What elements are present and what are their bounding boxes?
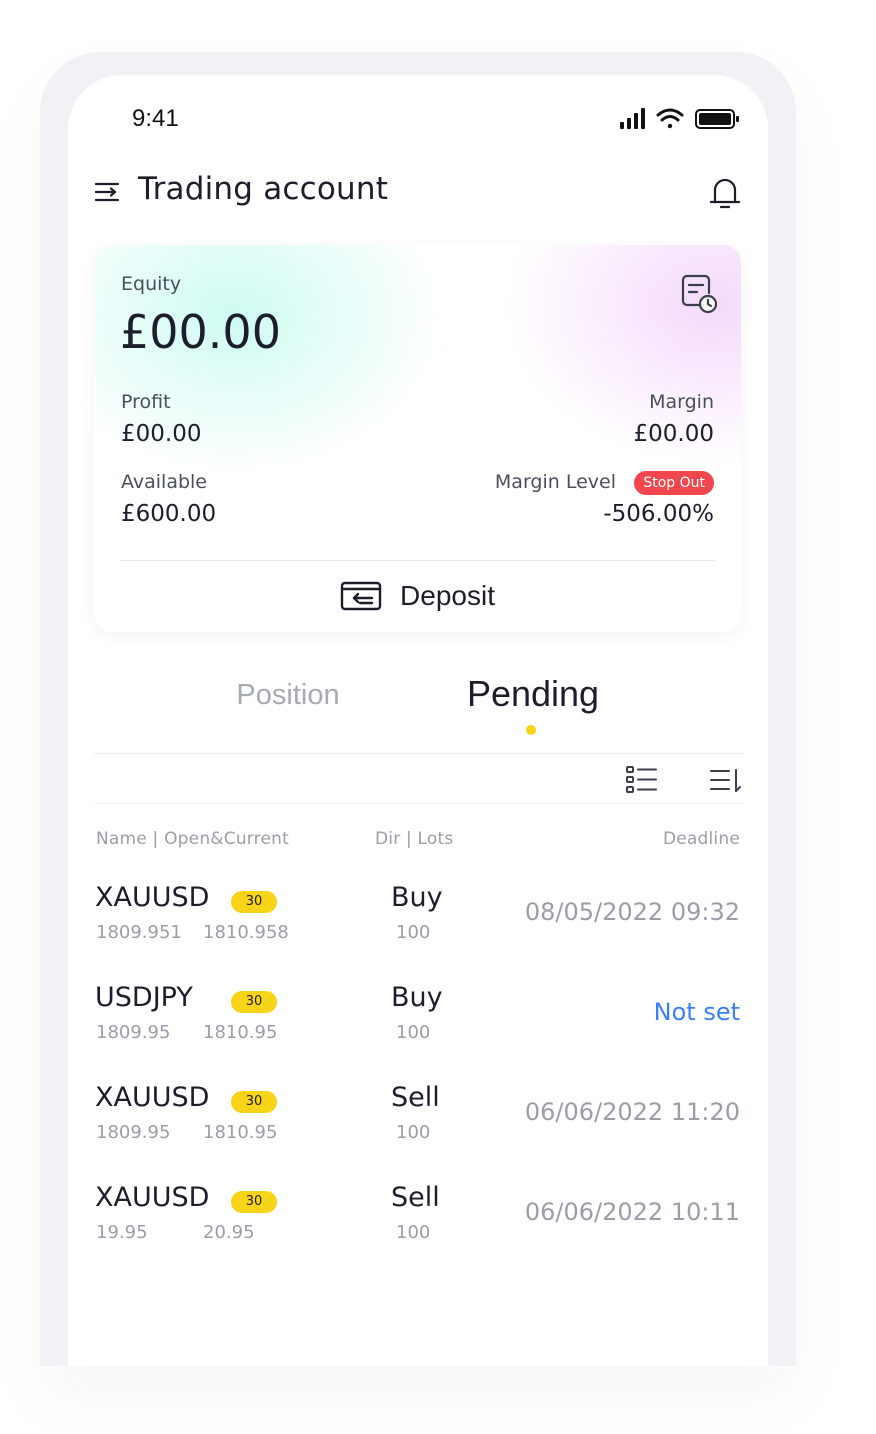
- report-clock-icon[interactable]: [679, 273, 719, 315]
- open-price: 1809.95: [96, 1022, 171, 1043]
- order-row[interactable]: XAUUSD 30 1809.95 1810.95 Sell 100 06/06…: [68, 1082, 768, 1182]
- battery-icon: [695, 109, 739, 129]
- account-summary-card: Equity £00.00 Profit £00.00 Margin £00.0…: [94, 245, 741, 632]
- tab-pending[interactable]: Pending: [443, 673, 623, 715]
- order-symbol: USDJPY: [95, 982, 193, 1013]
- order-deadline: 06/06/2022 11:20: [524, 1098, 740, 1126]
- order-direction: Sell: [391, 1182, 440, 1213]
- page-title: Trading account: [138, 171, 389, 207]
- current-price: 1810.95: [203, 1022, 278, 1043]
- phone-screen: 9:41 Trading account Equity £00.00 Profi…: [68, 75, 768, 1366]
- order-lots: 100: [396, 1022, 431, 1043]
- profit-value: £00.00: [121, 421, 202, 447]
- margin-level-label: Margin Level: [494, 471, 616, 493]
- active-tab-indicator: [526, 725, 536, 735]
- open-price: 1809.951: [96, 922, 182, 943]
- order-direction: Buy: [391, 982, 443, 1013]
- available-label: Available: [121, 471, 208, 493]
- equity-value: £00.00: [120, 305, 281, 359]
- divider: [94, 803, 744, 804]
- leverage-badge: 30: [231, 1191, 277, 1213]
- leverage-badge: 30: [231, 1091, 277, 1113]
- order-symbol: XAUUSD: [95, 1082, 210, 1113]
- order-deadline-not-set[interactable]: Not set: [654, 998, 740, 1026]
- open-price: 19.95: [96, 1222, 148, 1243]
- leverage-badge: 30: [231, 991, 277, 1013]
- profit-label: Profit: [121, 391, 171, 413]
- sort-icon[interactable]: [709, 767, 743, 795]
- order-symbol: XAUUSD: [95, 1182, 210, 1213]
- column-header-deadline: Deadline: [662, 829, 740, 849]
- tab-position[interactable]: Position: [198, 679, 378, 712]
- column-header-name: Name | Open&Current: [96, 829, 289, 849]
- order-symbol: XAUUSD: [95, 882, 210, 913]
- equity-label: Equity: [121, 273, 182, 295]
- deposit-icon: [340, 581, 382, 611]
- margin-label: Margin: [649, 391, 714, 413]
- deposit-label: Deposit: [400, 580, 495, 611]
- bell-icon[interactable]: [708, 175, 742, 211]
- margin-level-value: -506.00%: [603, 501, 714, 527]
- deposit-button[interactable]: Deposit: [94, 561, 741, 631]
- order-row[interactable]: XAUUSD 30 19.95 20.95 Sell 100 06/06/202…: [68, 1182, 768, 1282]
- current-price: 1810.958: [203, 922, 289, 943]
- order-lots: 100: [396, 1122, 431, 1143]
- current-price: 1810.95: [203, 1122, 278, 1143]
- wifi-icon: [656, 108, 684, 129]
- status-time: 9:41: [132, 105, 179, 132]
- order-lots: 100: [396, 1222, 431, 1243]
- order-direction: Sell: [391, 1082, 440, 1113]
- order-direction: Buy: [391, 882, 443, 913]
- current-price: 20.95: [203, 1222, 255, 1243]
- leverage-badge: 30: [231, 891, 277, 913]
- available-value: £600.00: [121, 501, 217, 527]
- column-header-dir: Dir | Lots: [375, 829, 454, 849]
- signal-icon: [620, 108, 645, 129]
- order-deadline: 06/06/2022 10:11: [524, 1198, 740, 1226]
- order-row[interactable]: XAUUSD 30 1809.951 1810.958 Buy 100 08/0…: [68, 882, 768, 982]
- menu-icon[interactable]: [94, 178, 122, 206]
- list-view-icon[interactable]: [625, 765, 659, 795]
- margin-value: £00.00: [633, 421, 714, 447]
- divider: [94, 753, 744, 754]
- open-price: 1809.95: [96, 1122, 171, 1143]
- order-deadline: 08/05/2022 09:32: [524, 898, 740, 926]
- status-icons: [620, 108, 739, 129]
- order-row[interactable]: USDJPY 30 1809.95 1810.95 Buy 100 Not se…: [68, 982, 768, 1082]
- order-lots: 100: [396, 922, 431, 943]
- stop-out-badge: Stop Out: [634, 471, 714, 495]
